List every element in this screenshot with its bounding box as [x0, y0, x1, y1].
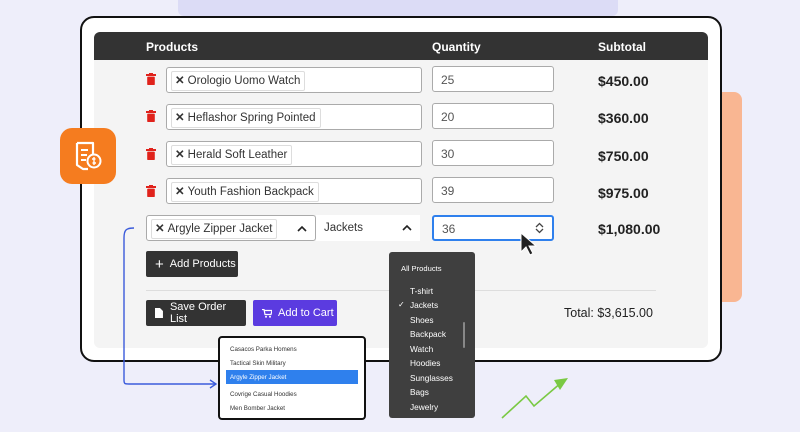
- popup-option[interactable]: Men Bomber Jacket: [230, 405, 285, 412]
- chevron-up-icon[interactable]: [402, 224, 412, 231]
- dropdown-option[interactable]: T-shirt: [410, 286, 433, 296]
- header-subtotal: Subtotal: [598, 40, 646, 54]
- order-total: Total: $3,615.00: [564, 306, 653, 320]
- quantity-input[interactable]: 39: [432, 177, 554, 203]
- header-products: Products: [146, 40, 199, 54]
- cart-icon: [262, 308, 272, 318]
- add-to-cart-label: Add to Cart: [278, 307, 334, 319]
- quantity-value: 36: [442, 222, 456, 236]
- popup-option-selected[interactable]: Argyle Zipper Jacket: [230, 374, 286, 381]
- category-select[interactable]: Jackets: [316, 215, 420, 241]
- product-tag[interactable]: ✕ Herald Soft Leather: [171, 145, 293, 165]
- remove-icon[interactable]: ✕: [175, 149, 185, 161]
- active-row-subtotal: $1,080.00: [598, 221, 661, 237]
- trash-icon[interactable]: [146, 73, 156, 85]
- dropdown-option[interactable]: Sunglasses: [410, 373, 453, 383]
- dropdown-option[interactable]: Shoes: [410, 315, 434, 325]
- dropdown-option-selected[interactable]: Jackets: [410, 300, 438, 310]
- product-tag[interactable]: ✕ Youth Fashion Backpack: [171, 182, 319, 202]
- category-value: Jackets: [324, 222, 363, 234]
- table-header: Products Quantity Subtotal: [94, 32, 708, 60]
- quantity-input[interactable]: 25: [432, 66, 554, 92]
- row-subtotal: $750.00: [598, 148, 649, 164]
- row-subtotal: $975.00: [598, 185, 649, 201]
- product-select[interactable]: ✕ Youth Fashion Backpack: [166, 178, 422, 204]
- row-subtotal: $360.00: [598, 110, 649, 126]
- remove-icon[interactable]: ✕: [175, 112, 185, 124]
- dropdown-option[interactable]: Backpack: [410, 329, 446, 339]
- popup-option[interactable]: Tactical Skin Military: [230, 360, 286, 367]
- product-name: Orologio Uomo Watch: [187, 75, 301, 87]
- trend-arrow-icon: [501, 378, 568, 419]
- trash-icon[interactable]: [146, 148, 156, 160]
- trash-icon[interactable]: [146, 110, 156, 122]
- dropdown-option[interactable]: Hoodies: [410, 358, 440, 368]
- row-subtotal: $450.00: [598, 73, 649, 89]
- product-options-popup: Casacos Parka Homens Tactical Skin Milit…: [218, 336, 366, 420]
- popup-option[interactable]: Casacos Parka Homens: [230, 346, 297, 353]
- dropdown-option[interactable]: Watch: [410, 344, 433, 354]
- remove-icon[interactable]: ✕: [175, 75, 185, 87]
- product-select[interactable]: ✕ Heflashor Spring Pointed: [166, 104, 422, 130]
- product-name: Herald Soft Leather: [187, 149, 288, 161]
- receipt-icon: [60, 128, 116, 184]
- product-tag[interactable]: ✕ Heflashor Spring Pointed: [171, 108, 321, 128]
- dropdown-option[interactable]: Jewelry: [410, 402, 438, 412]
- product-name: Youth Fashion Backpack: [187, 186, 314, 198]
- background-tab: [178, 0, 618, 16]
- dropdown-option[interactable]: Bags: [410, 387, 429, 397]
- trash-icon[interactable]: [146, 185, 156, 197]
- product-tag[interactable]: ✕ Orologio Uomo Watch: [171, 71, 306, 91]
- category-dropdown: All Products T-shirt ✓ Jackets Shoes Bac…: [389, 252, 475, 418]
- add-to-cart-button[interactable]: Add to Cart: [253, 300, 337, 326]
- popup-option[interactable]: Covrige Casual Hoodies: [230, 391, 297, 398]
- product-name: Heflashor Spring Pointed: [187, 112, 316, 124]
- check-icon: ✓: [398, 300, 405, 309]
- remove-icon[interactable]: ✕: [175, 186, 185, 198]
- quantity-input[interactable]: 30: [432, 140, 554, 166]
- connector-arrow: [123, 227, 218, 389]
- header-quantity: Quantity: [432, 40, 481, 54]
- dropdown-option[interactable]: All Products: [401, 264, 442, 273]
- scrollbar[interactable]: [463, 322, 465, 348]
- quantity-input[interactable]: 20: [432, 103, 554, 129]
- chevron-up-icon[interactable]: [297, 225, 307, 232]
- cursor-icon: [520, 231, 538, 256]
- product-select[interactable]: ✕ Orologio Uomo Watch: [166, 67, 422, 93]
- product-select[interactable]: ✕ Herald Soft Leather: [166, 141, 422, 167]
